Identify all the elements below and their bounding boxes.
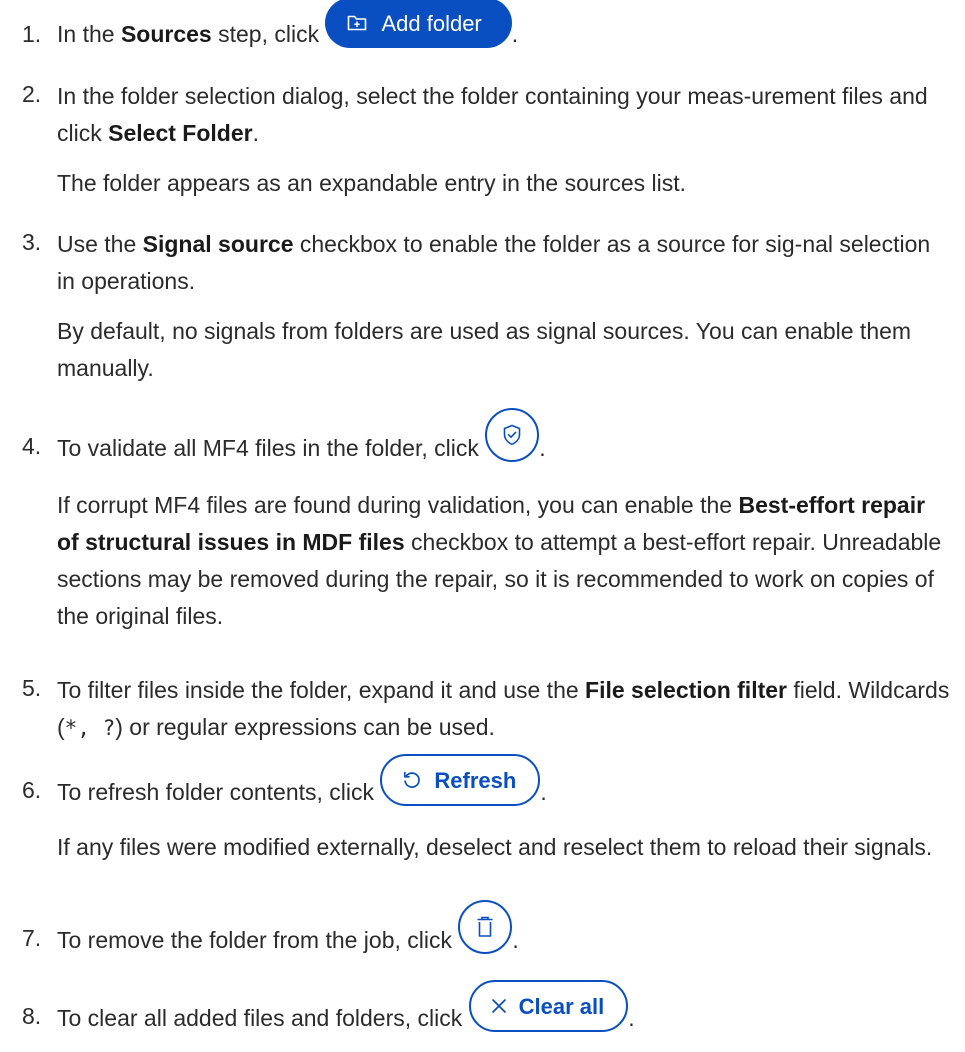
- validate-button[interactable]: [485, 408, 540, 462]
- shield-check-icon: [502, 424, 522, 446]
- ui-term: File selection filter: [585, 677, 787, 703]
- step-number: 7.: [22, 925, 42, 951]
- folder-add-icon: [347, 14, 367, 32]
- step-number: 2.: [22, 81, 42, 107]
- step-number: 5.: [22, 675, 42, 701]
- wildcard-code: *, ?: [64, 716, 116, 740]
- trash-icon: [476, 916, 494, 938]
- ui-term: Signal source: [142, 231, 294, 257]
- remove-folder-button[interactable]: [458, 900, 513, 954]
- refresh-icon: [402, 770, 422, 790]
- step-text: To remove the folder from the job, click…: [57, 900, 953, 976]
- step-note: If corrupt MF4 files are found during va…: [57, 492, 942, 629]
- step-note: If any files were modified externally, d…: [57, 834, 933, 860]
- step-number: 3.: [22, 229, 42, 255]
- step-number: 4.: [22, 433, 42, 459]
- step-number: 6.: [22, 777, 42, 803]
- step-text: To clear all added files and folders, cl…: [57, 980, 953, 1052]
- add-folder-button[interactable]: Add folder: [325, 0, 512, 48]
- step-text: To validate all MF4 files in the folder,…: [57, 408, 953, 484]
- step-text: To refresh folder contents, click Refres…: [57, 754, 953, 826]
- step-text: In the Sources step, click Add folder.: [57, 0, 953, 66]
- step-number: 1.: [22, 21, 42, 47]
- ui-term: Select Folder: [108, 120, 253, 146]
- step-note: By default, no signals from folders are …: [57, 318, 912, 381]
- close-icon: [491, 998, 507, 1014]
- step-number: 8.: [22, 1003, 42, 1029]
- step-text: Use the Signal source checkbox to enable…: [57, 231, 931, 294]
- step-note: The folder appears as an expandable entr…: [57, 170, 687, 196]
- step-text: To filter files inside the folder, expan…: [57, 677, 950, 740]
- step-text: In the folder selection dialog, select t…: [57, 83, 928, 146]
- refresh-button[interactable]: Refresh: [380, 754, 541, 806]
- ui-term: Sources: [120, 21, 212, 47]
- clear-all-button[interactable]: Clear all: [468, 980, 629, 1032]
